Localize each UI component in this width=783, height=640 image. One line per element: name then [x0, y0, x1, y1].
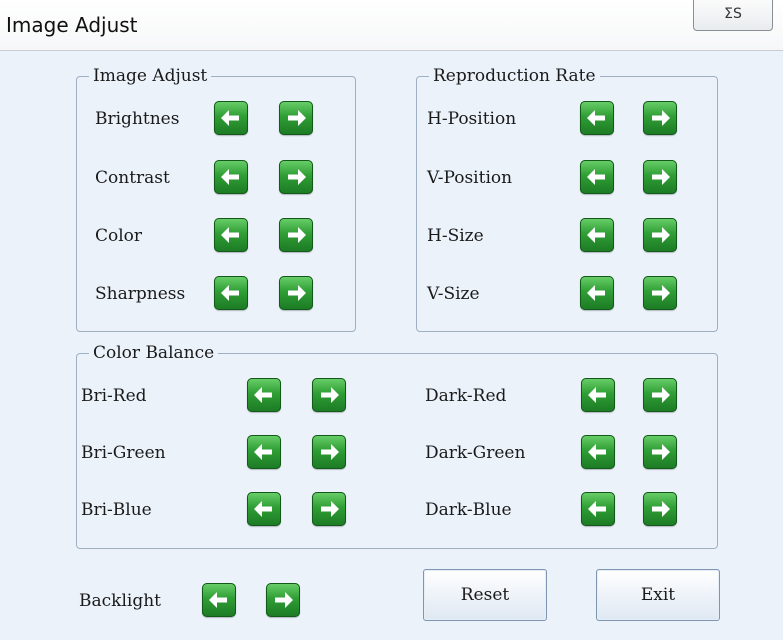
right-arrow-icon: [321, 501, 339, 517]
window-title: Image Adjust: [6, 13, 138, 37]
right-arrow-icon: [275, 592, 293, 608]
dark-green-decrease-button[interactable]: [581, 435, 615, 469]
dark-blue-label: Dark-Blue: [425, 500, 512, 520]
dark-green-label: Dark-Green: [425, 443, 526, 463]
dialog-body: Image Adjust Brightnes Contrast Color Sh…: [0, 51, 783, 640]
bri-green-increase-button[interactable]: [312, 435, 346, 469]
left-arrow-icon: [254, 444, 272, 460]
h-size-decrease-button[interactable]: [580, 218, 614, 252]
left-arrow-icon: [221, 169, 239, 185]
left-arrow-icon: [588, 387, 606, 403]
color-balance-group: Color Balance Bri-Red Bri-Green Bri-Blue…: [76, 343, 718, 549]
sharpness-label: Sharpness: [95, 284, 186, 304]
h-position-decrease-button[interactable]: [580, 101, 614, 135]
contrast-decrease-button[interactable]: [214, 160, 248, 194]
dark-green-increase-button[interactable]: [643, 435, 677, 469]
exit-button-label: Exit: [640, 585, 676, 605]
right-arrow-icon: [652, 169, 670, 185]
h-size-increase-button[interactable]: [643, 218, 677, 252]
left-arrow-icon: [587, 110, 605, 126]
right-arrow-icon: [288, 227, 306, 243]
close-icon: ΣS: [724, 6, 742, 22]
left-arrow-icon: [221, 227, 239, 243]
color-increase-button[interactable]: [279, 218, 313, 252]
bri-red-increase-button[interactable]: [312, 378, 346, 412]
image-adjust-window: Image Adjust ΣS Image Adjust Brightnes C…: [0, 0, 783, 640]
title-bar: Image Adjust ΣS: [0, 0, 783, 51]
bri-blue-decrease-button[interactable]: [247, 492, 281, 526]
brightness-decrease-button[interactable]: [214, 101, 248, 135]
dark-blue-decrease-button[interactable]: [581, 492, 615, 526]
left-arrow-icon: [587, 227, 605, 243]
right-arrow-icon: [321, 444, 339, 460]
left-arrow-icon: [587, 169, 605, 185]
v-position-increase-button[interactable]: [643, 160, 677, 194]
backlight-increase-button[interactable]: [266, 583, 300, 617]
left-arrow-icon: [588, 501, 606, 517]
reset-button-label: Reset: [460, 585, 510, 605]
reproduction-rate-legend: Reproduction Rate: [429, 66, 600, 86]
left-arrow-icon: [209, 592, 227, 608]
dark-red-decrease-button[interactable]: [581, 378, 615, 412]
v-position-decrease-button[interactable]: [580, 160, 614, 194]
left-arrow-icon: [254, 387, 272, 403]
v-size-decrease-button[interactable]: [580, 276, 614, 310]
dark-red-increase-button[interactable]: [643, 378, 677, 412]
v-size-increase-button[interactable]: [643, 276, 677, 310]
left-arrow-icon: [588, 444, 606, 460]
v-position-label: V-Position: [427, 168, 513, 188]
color-decrease-button[interactable]: [214, 218, 248, 252]
h-position-increase-button[interactable]: [643, 101, 677, 135]
exit-button[interactable]: Exit: [596, 569, 720, 621]
dark-red-label: Dark-Red: [425, 386, 507, 406]
backlight-label: Backlight: [79, 591, 161, 611]
left-arrow-icon: [587, 285, 605, 301]
color-label: Color: [95, 226, 143, 246]
sharpness-increase-button[interactable]: [279, 276, 313, 310]
image-adjust-legend: Image Adjust: [89, 66, 212, 86]
reset-button[interactable]: Reset: [423, 569, 547, 621]
right-arrow-icon: [652, 387, 670, 403]
brightness-label: Brightnes: [95, 109, 180, 129]
h-size-label: H-Size: [427, 226, 484, 246]
brightness-increase-button[interactable]: [279, 101, 313, 135]
bri-blue-label: Bri-Blue: [81, 500, 152, 520]
left-arrow-icon: [254, 501, 272, 517]
close-button[interactable]: ΣS: [693, 0, 773, 31]
bri-red-decrease-button[interactable]: [247, 378, 281, 412]
right-arrow-icon: [652, 110, 670, 126]
bri-red-label: Bri-Red: [81, 386, 147, 406]
bri-blue-increase-button[interactable]: [312, 492, 346, 526]
right-arrow-icon: [288, 110, 306, 126]
bri-green-label: Bri-Green: [81, 443, 166, 463]
contrast-increase-button[interactable]: [279, 160, 313, 194]
right-arrow-icon: [652, 444, 670, 460]
contrast-label: Contrast: [95, 168, 170, 188]
left-arrow-icon: [221, 285, 239, 301]
right-arrow-icon: [288, 169, 306, 185]
h-position-label: H-Position: [427, 109, 517, 129]
v-size-label: V-Size: [427, 284, 480, 304]
image-adjust-group: Image Adjust Brightnes Contrast Color Sh…: [76, 66, 356, 332]
left-arrow-icon: [221, 110, 239, 126]
right-arrow-icon: [288, 285, 306, 301]
right-arrow-icon: [652, 501, 670, 517]
sharpness-decrease-button[interactable]: [214, 276, 248, 310]
bri-green-decrease-button[interactable]: [247, 435, 281, 469]
backlight-decrease-button[interactable]: [202, 583, 236, 617]
right-arrow-icon: [652, 227, 670, 243]
color-balance-legend: Color Balance: [89, 343, 219, 363]
right-arrow-icon: [321, 387, 339, 403]
reproduction-rate-group: Reproduction Rate H-Position V-Position …: [416, 66, 718, 332]
right-arrow-icon: [652, 285, 670, 301]
dark-blue-increase-button[interactable]: [643, 492, 677, 526]
